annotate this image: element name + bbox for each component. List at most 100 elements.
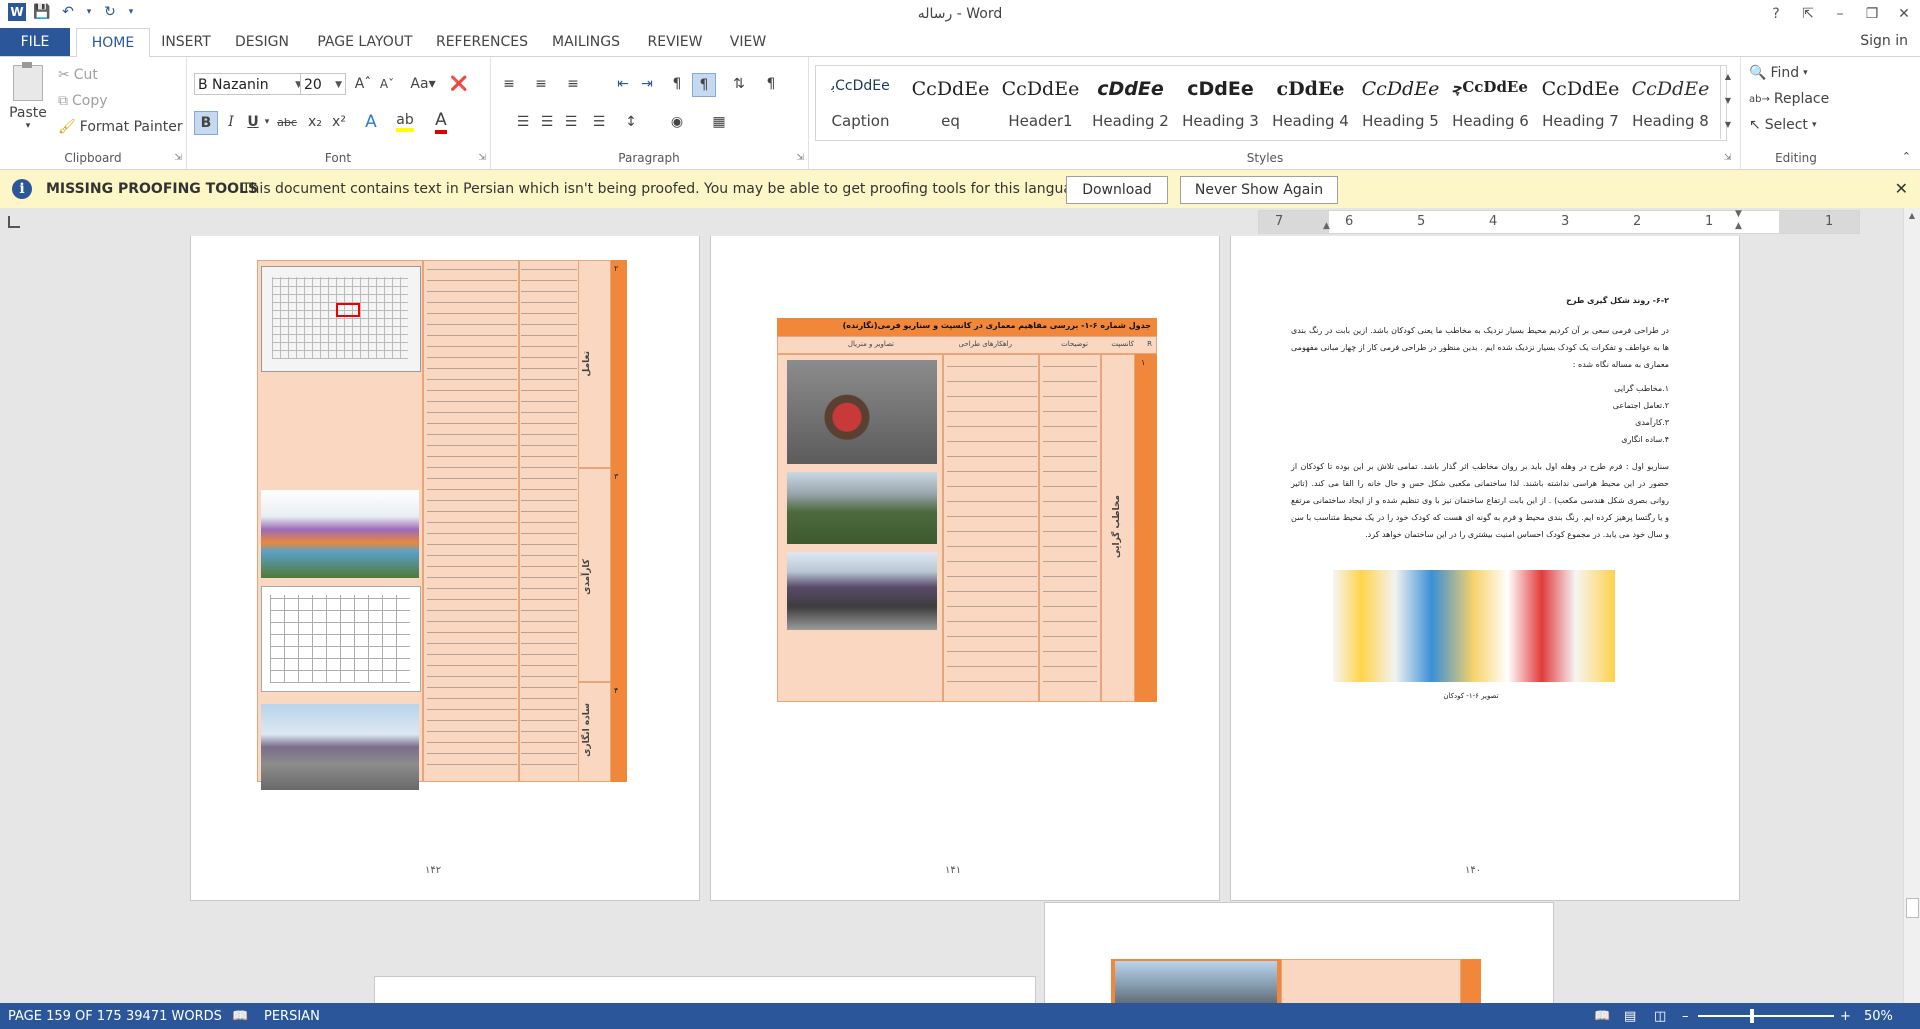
shrink-font-icon[interactable]: Aˇ — [376, 73, 398, 95]
tab-insert[interactable]: INSERT — [154, 28, 218, 56]
close-message-icon[interactable]: ✕ — [1895, 179, 1908, 198]
zoom-in-icon[interactable]: + — [1840, 1009, 1851, 1024]
change-case-icon[interactable]: Aa▾ — [408, 73, 438, 95]
tab-design[interactable]: DESIGN — [228, 28, 296, 56]
tab-mailings[interactable]: MAILINGS — [544, 28, 628, 56]
font-color-icon[interactable]: A — [430, 110, 452, 134]
italic-button[interactable]: I — [220, 111, 242, 133]
styles-launcher-icon[interactable]: ⇲ — [1724, 153, 1732, 163]
replace-button[interactable]: ab→ Replace — [1749, 91, 1829, 107]
font-name-combo[interactable]: B Nazanin ▼ — [194, 73, 306, 95]
restore-icon[interactable]: ❐ — [1856, 0, 1888, 28]
minimize-icon[interactable]: – — [1824, 0, 1856, 28]
zoom-out-icon[interactable]: – — [1682, 1009, 1689, 1024]
font-launcher-icon[interactable]: ⇲ — [478, 153, 486, 163]
undo-icon[interactable]: ↶ — [58, 2, 78, 22]
line-spacing-icon[interactable]: ↕ — [620, 111, 642, 133]
print-layout-icon[interactable]: ▤ — [1624, 1009, 1636, 1024]
tab-review[interactable]: REVIEW — [640, 28, 710, 56]
borders-icon[interactable]: ▦ — [708, 111, 730, 133]
ribbon-display-options-icon[interactable]: ⇱ — [1792, 0, 1824, 28]
multilevel-list-icon[interactable]: ≡ — [562, 73, 584, 95]
collapse-ribbon-icon[interactable]: ⌃ — [1902, 150, 1911, 163]
increase-indent-icon[interactable]: ⇥ — [636, 73, 658, 95]
help-icon[interactable]: ? — [1760, 0, 1792, 28]
zoom-level[interactable]: 50% — [1864, 1009, 1893, 1024]
subscript-icon[interactable]: x₂ — [304, 111, 326, 133]
styles-scroll-down-icon[interactable]: ▼ — [1721, 89, 1735, 113]
tab-references[interactable]: REFERENCES — [432, 28, 532, 56]
read-mode-icon[interactable]: 📖 — [1594, 1009, 1610, 1024]
find-button[interactable]: 🔍 Find ▾ — [1749, 65, 1808, 81]
word-count[interactable]: 39471 WORDS — [126, 1009, 222, 1024]
vertical-scrollbar[interactable]: ▲ — [1903, 208, 1920, 1003]
styles-scroll-up-icon[interactable]: ▲ — [1721, 65, 1735, 89]
save-icon[interactable]: 💾 — [32, 2, 52, 22]
page-indicator[interactable]: PAGE 159 OF 175 — [8, 1009, 122, 1024]
bullets-icon[interactable]: ≡ — [498, 73, 520, 95]
tab-view[interactable]: VIEW — [720, 28, 776, 56]
tab-selector-icon[interactable] — [8, 216, 20, 228]
shading-icon[interactable]: ◉ — [666, 111, 688, 133]
numbering-icon[interactable]: ≡ — [530, 73, 552, 95]
style-caption[interactable]: ﺑCcDdEe Caption — [816, 66, 905, 138]
tab-file[interactable]: FILE — [0, 28, 70, 56]
clear-formatting-icon[interactable]: ❌ — [448, 73, 470, 95]
underline-button[interactable]: U — [242, 111, 264, 133]
customize-qat-icon[interactable]: ▾ — [126, 2, 136, 22]
justify-icon[interactable]: ☰ — [588, 111, 610, 133]
style-heading-7[interactable]: CcDdEe Heading 7 — [1536, 66, 1625, 138]
document-area[interactable]: 7 6 5 4 3 2 1 1 ▲ ▼ ▲ تعامل کارآمدی ساده… — [0, 208, 1904, 1003]
left-indent-marker-icon[interactable]: ▲ — [1323, 221, 1330, 231]
tab-home[interactable]: HOME — [76, 28, 150, 58]
styles-more-icon[interactable]: ▼ — [1721, 113, 1735, 137]
word-logo-icon[interactable]: W — [8, 3, 26, 21]
paste-button[interactable]: Paste ▾ — [8, 62, 48, 135]
redo-icon[interactable]: ↻ — [100, 2, 120, 22]
align-left-icon[interactable]: ☰ — [512, 111, 534, 133]
rtl-direction-icon[interactable]: ¶ — [692, 73, 716, 97]
style-heading-2[interactable]: cDdEe Heading 2 — [1086, 66, 1175, 138]
style-heading-8[interactable]: CcDdEe Heading 8 — [1626, 66, 1715, 138]
zoom-slider-thumb[interactable] — [1750, 1009, 1754, 1023]
align-center-icon[interactable]: ☰ — [536, 111, 558, 133]
style-heading-6[interactable]: ﭼCcDdEe Heading 6 — [1446, 66, 1535, 138]
font-size-combo[interactable]: 20 ▼ — [300, 73, 346, 95]
copy-button[interactable]: ⧉ Copy — [58, 93, 108, 109]
download-button[interactable]: Download — [1066, 176, 1168, 204]
decrease-indent-icon[interactable]: ⇤ — [612, 73, 634, 95]
style-eq[interactable]: CcDdEe eq — [906, 66, 995, 138]
clipboard-launcher-icon[interactable]: ⇲ — [174, 153, 182, 163]
superscript-icon[interactable]: x² — [328, 111, 350, 133]
cut-button[interactable]: ✂ Cut — [58, 67, 98, 83]
zoom-slider[interactable] — [1698, 1015, 1834, 1017]
highlight-icon[interactable]: ab — [394, 111, 416, 133]
first-line-indent-marker-icon[interactable]: ▼ — [1735, 209, 1742, 219]
format-painter-button[interactable]: 🖌 Format Painter — [58, 119, 183, 135]
underline-dropdown-icon[interactable]: ▾ — [262, 111, 272, 133]
proofing-status-icon[interactable]: 📖 — [232, 1009, 248, 1024]
scroll-up-icon[interactable]: ▲ — [1904, 208, 1920, 224]
right-indent-marker-icon[interactable]: ▲ — [1735, 221, 1742, 231]
scroll-thumb[interactable] — [1906, 898, 1919, 918]
never-show-again-button[interactable]: Never Show Again — [1180, 176, 1338, 204]
style-heading-4[interactable]: cDdEe Heading 4 — [1266, 66, 1355, 138]
style-heading-3[interactable]: cDdEe Heading 3 — [1176, 66, 1265, 138]
paragraph-launcher-icon[interactable]: ⇲ — [796, 153, 804, 163]
ltr-direction-icon[interactable]: ¶ — [666, 73, 688, 95]
undo-dropdown-icon[interactable]: ▾ — [84, 2, 94, 22]
align-right-icon[interactable]: ☰ — [560, 111, 582, 133]
bold-button[interactable]: B — [194, 111, 218, 135]
grow-font-icon[interactable]: Aˆ — [352, 73, 374, 95]
show-formatting-marks-icon[interactable]: ¶ — [760, 73, 782, 95]
web-layout-icon[interactable]: ◫ — [1654, 1009, 1666, 1024]
tab-page-layout[interactable]: PAGE LAYOUT — [310, 28, 420, 56]
language-indicator[interactable]: PERSIAN — [264, 1009, 320, 1024]
select-button[interactable]: ↖ Select ▾ — [1749, 117, 1816, 133]
strikethrough-icon[interactable]: abc — [276, 111, 298, 133]
close-icon[interactable]: ✕ — [1888, 0, 1920, 28]
text-effects-icon[interactable]: A — [360, 111, 382, 133]
style-header1[interactable]: CcDdEe Header1 — [996, 66, 1085, 138]
horizontal-ruler[interactable]: 7 6 5 4 3 2 1 1 ▲ ▼ ▲ — [1258, 209, 1860, 234]
sign-in-link[interactable]: Sign in — [1860, 33, 1908, 49]
